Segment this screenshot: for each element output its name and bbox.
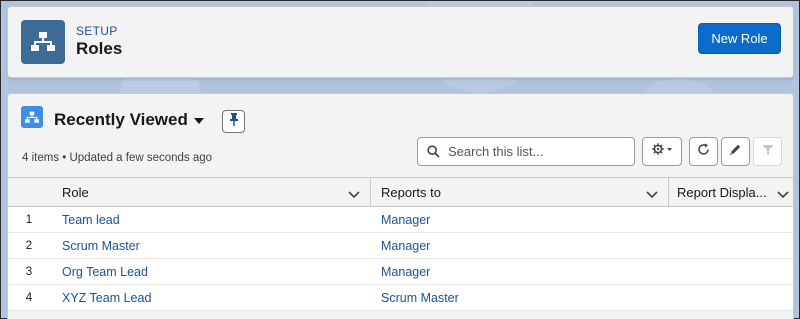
row-number: 2 (25, 239, 33, 252)
column-header-role[interactable]: Role (46, 178, 371, 206)
chevron-down-icon[interactable] (194, 116, 204, 126)
chevron-down-icon[interactable] (777, 187, 789, 202)
table-row: 1 Team lead Manager (8, 207, 793, 233)
pencil-icon (729, 143, 742, 161)
report-display-cell (669, 259, 793, 284)
hierarchy-icon (21, 20, 65, 64)
roles-table: Role Reports to Report Displa... 1 Team (8, 177, 793, 311)
row-number: 4 (25, 291, 33, 304)
refresh-button[interactable] (689, 137, 718, 166)
pin-icon (229, 112, 239, 131)
column-header-label: Report Displa... (677, 184, 767, 200)
list-meta-info: 4 items • Updated a few seconds ago (22, 152, 213, 164)
list-search[interactable] (417, 137, 635, 166)
table-row: 2 Scrum Master Manager (8, 233, 793, 259)
column-header-label: Role (62, 184, 89, 200)
table-header: Role Reports to Report Displa... (8, 177, 793, 207)
header-eyebrow: SETUP (76, 24, 118, 38)
new-role-button[interactable]: New Role (698, 23, 781, 54)
role-link[interactable]: XYZ Team Lead (46, 285, 371, 310)
table-row: 3 Org Team Lead Manager (8, 259, 793, 285)
row-number: 1 (25, 213, 33, 226)
hierarchy-icon (21, 106, 43, 128)
search-input[interactable] (448, 144, 628, 159)
role-link[interactable]: Team lead (46, 207, 371, 232)
filter-icon (762, 143, 774, 161)
report-display-cell (669, 233, 793, 258)
column-header-reports-to[interactable]: Reports to (371, 178, 669, 206)
filter-button[interactable] (753, 137, 782, 166)
chevron-down-icon[interactable] (646, 187, 658, 202)
table-row: 4 XYZ Team Lead Scrum Master (8, 285, 793, 311)
reports-to-link[interactable]: Manager (371, 207, 669, 232)
list-view-title[interactable]: Recently Viewed (54, 110, 188, 130)
role-link[interactable]: Org Team Lead (46, 259, 371, 284)
column-header-report-display[interactable]: Report Displa... (669, 178, 793, 206)
row-number: 3 (25, 265, 33, 278)
report-display-cell (669, 285, 793, 310)
reports-to-link[interactable]: Scrum Master (371, 285, 669, 310)
report-display-cell (669, 207, 793, 232)
reports-to-link[interactable]: Manager (371, 233, 669, 258)
role-link[interactable]: Scrum Master (46, 233, 371, 258)
gear-icon (651, 142, 673, 161)
pin-button[interactable] (222, 110, 245, 133)
row-number-header (8, 178, 46, 206)
column-header-label: Reports to (381, 184, 441, 200)
list-view-card: Recently Viewed 4 items • Updated a few … (7, 93, 794, 319)
chevron-down-icon[interactable] (348, 187, 360, 202)
search-icon (418, 145, 448, 158)
edit-button[interactable] (721, 137, 750, 166)
page-header: SETUP Roles New Role (7, 6, 794, 78)
reports-to-link[interactable]: Manager (371, 259, 669, 284)
list-settings-button[interactable] (642, 137, 682, 166)
refresh-icon (697, 143, 710, 161)
page-title: Roles (76, 39, 123, 58)
